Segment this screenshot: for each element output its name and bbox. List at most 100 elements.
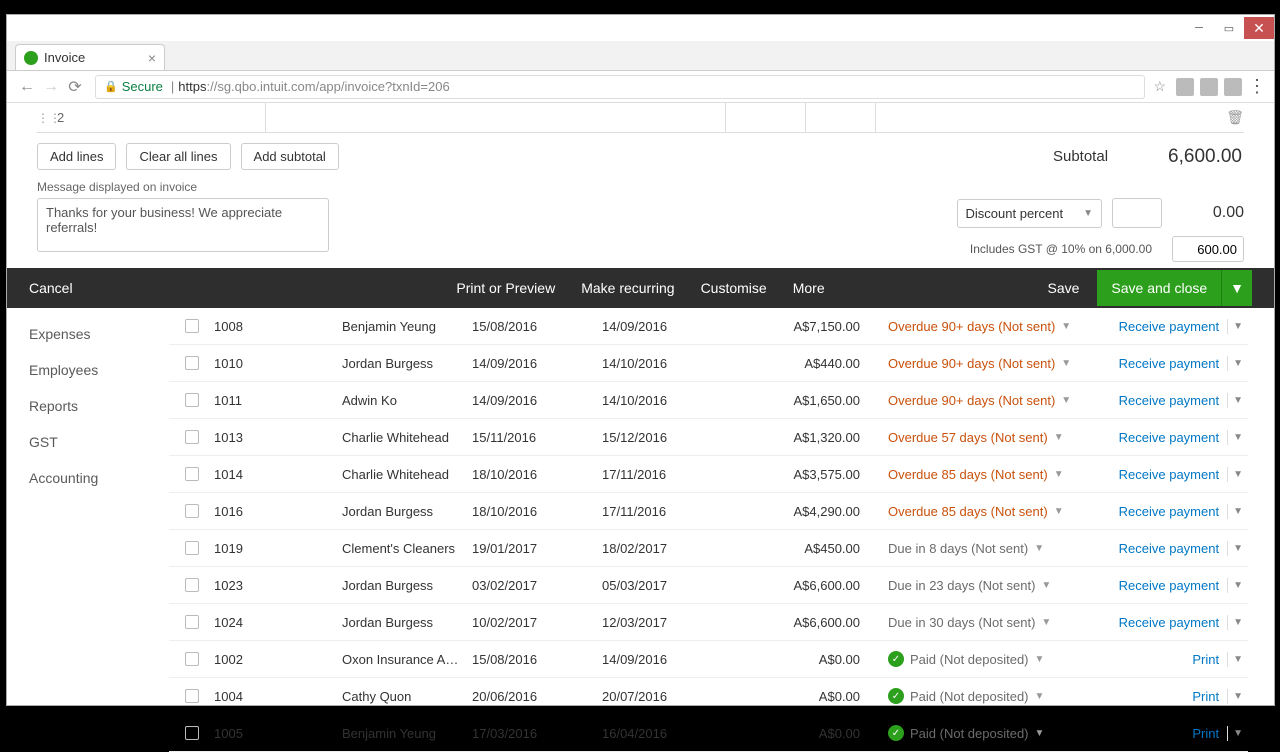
print-preview-button[interactable]: Print or Preview bbox=[456, 280, 555, 296]
chevron-down-icon[interactable]: ▼ bbox=[1035, 654, 1045, 665]
action-dropdown-icon[interactable]: ▼ bbox=[1227, 504, 1248, 519]
titlebar: ─ ▭ ✕ bbox=[7, 15, 1274, 41]
forward-button[interactable]: → bbox=[39, 75, 63, 99]
receive-payment-link[interactable]: Receive payment bbox=[1119, 615, 1219, 630]
sidebar-item-expenses[interactable]: Expenses bbox=[7, 316, 169, 352]
row-checkbox[interactable] bbox=[185, 689, 199, 703]
tab-close-icon[interactable]: × bbox=[148, 50, 156, 66]
secure-label: Secure bbox=[122, 79, 163, 94]
line-cell[interactable] bbox=[266, 103, 726, 133]
receive-payment-link[interactable]: Receive payment bbox=[1119, 393, 1219, 408]
print-link[interactable]: Print bbox=[1192, 726, 1219, 741]
discount-percent-input[interactable] bbox=[1112, 198, 1162, 228]
discount-amount: 0.00 bbox=[1172, 204, 1244, 222]
chevron-down-icon[interactable]: ▼ bbox=[1035, 728, 1045, 739]
action-dropdown-icon[interactable]: ▼ bbox=[1227, 319, 1248, 334]
action-dropdown-icon[interactable]: ▼ bbox=[1227, 467, 1248, 482]
bookmark-star-icon[interactable]: ☆ bbox=[1153, 78, 1166, 95]
extension-icon[interactable] bbox=[1224, 78, 1242, 96]
chevron-down-icon[interactable]: ▼ bbox=[1054, 469, 1064, 480]
action-dropdown-icon[interactable]: ▼ bbox=[1227, 689, 1248, 704]
row-checkbox[interactable] bbox=[185, 504, 199, 518]
save-dropdown-icon[interactable]: ▼ bbox=[1221, 270, 1252, 306]
chevron-down-icon[interactable]: ▼ bbox=[1061, 321, 1071, 332]
action-dropdown-icon[interactable]: ▼ bbox=[1227, 652, 1248, 667]
chevron-down-icon[interactable]: ▼ bbox=[1061, 358, 1071, 369]
print-link[interactable]: Print bbox=[1192, 652, 1219, 667]
receive-payment-link[interactable]: Receive payment bbox=[1119, 541, 1219, 556]
print-link[interactable]: Print bbox=[1192, 689, 1219, 704]
discount-type-select[interactable]: Discount percent ▼ bbox=[957, 199, 1102, 228]
row-checkbox[interactable] bbox=[185, 393, 199, 407]
receive-payment-link[interactable]: Receive payment bbox=[1119, 467, 1219, 482]
table-row: 1023Jordan Burgess03/02/201705/03/2017A$… bbox=[169, 567, 1248, 604]
invoice-number: 1013 bbox=[214, 430, 342, 445]
row-checkbox[interactable] bbox=[185, 467, 199, 481]
chevron-down-icon[interactable]: ▼ bbox=[1041, 617, 1051, 628]
invoice-number: 1004 bbox=[214, 689, 342, 704]
action-dropdown-icon[interactable]: ▼ bbox=[1227, 356, 1248, 371]
chevron-down-icon[interactable]: ▼ bbox=[1034, 543, 1044, 554]
action-dropdown-icon[interactable]: ▼ bbox=[1227, 393, 1248, 408]
window-close-button[interactable]: ✕ bbox=[1244, 17, 1274, 39]
amount: A$3,575.00 bbox=[732, 467, 888, 482]
drag-handle-icon[interactable]: ⋮⋮ bbox=[37, 111, 57, 125]
action-dropdown-icon[interactable]: ▼ bbox=[1227, 541, 1248, 556]
chevron-down-icon[interactable]: ▼ bbox=[1061, 395, 1071, 406]
receive-payment-link[interactable]: Receive payment bbox=[1119, 356, 1219, 371]
window-minimize-button[interactable]: ─ bbox=[1184, 17, 1214, 39]
sidebar-item-employees[interactable]: Employees bbox=[7, 352, 169, 388]
sidebar-item-accounting[interactable]: Accounting bbox=[7, 460, 169, 496]
row-checkbox[interactable] bbox=[185, 578, 199, 592]
row-checkbox[interactable] bbox=[185, 356, 199, 370]
receive-payment-link[interactable]: Receive payment bbox=[1119, 319, 1219, 334]
action-dropdown-icon[interactable]: ▼ bbox=[1227, 578, 1248, 593]
chevron-down-icon[interactable]: ▼ bbox=[1041, 580, 1051, 591]
extension-icon[interactable] bbox=[1200, 78, 1218, 96]
sidebar-item-gst[interactable]: GST bbox=[7, 424, 169, 460]
row-checkbox[interactable] bbox=[185, 430, 199, 444]
action-dropdown-icon[interactable]: ▼ bbox=[1227, 615, 1248, 630]
line-cell[interactable] bbox=[806, 103, 876, 133]
chevron-down-icon[interactable]: ▼ bbox=[1054, 506, 1064, 517]
line-cell[interactable] bbox=[111, 103, 266, 133]
chevron-down-icon[interactable]: ▼ bbox=[1035, 691, 1045, 702]
delete-line-icon[interactable]: 🗑 bbox=[1224, 109, 1244, 126]
cancel-button[interactable]: Cancel bbox=[29, 280, 73, 296]
line-cell[interactable] bbox=[726, 103, 806, 133]
browser-tab[interactable]: Invoice × bbox=[15, 44, 165, 70]
add-lines-button[interactable]: Add lines bbox=[37, 143, 116, 170]
action-dropdown-icon[interactable]: ▼ bbox=[1227, 430, 1248, 445]
status: Overdue 90+ days (Not sent)▼ bbox=[888, 319, 1098, 334]
extension-icon[interactable] bbox=[1176, 78, 1194, 96]
save-and-close-button[interactable]: Save and close bbox=[1097, 270, 1221, 306]
add-subtotal-button[interactable]: Add subtotal bbox=[241, 143, 339, 170]
receive-payment-link[interactable]: Receive payment bbox=[1119, 578, 1219, 593]
due-date: 20/07/2016 bbox=[602, 689, 732, 704]
sidebar-item-reports[interactable]: Reports bbox=[7, 388, 169, 424]
row-checkbox[interactable] bbox=[185, 541, 199, 555]
row-checkbox[interactable] bbox=[185, 319, 199, 333]
url-input[interactable]: 🔒 Secure | https://sg.qbo.intuit.com/app… bbox=[95, 75, 1145, 99]
customise-button[interactable]: Customise bbox=[701, 280, 767, 296]
action-dropdown-icon[interactable]: ▼ bbox=[1227, 726, 1248, 741]
message-textarea[interactable]: Thanks for your business! We appreciate … bbox=[37, 198, 329, 252]
chevron-down-icon[interactable]: ▼ bbox=[1054, 432, 1064, 443]
row-checkbox[interactable] bbox=[185, 726, 199, 740]
row-checkbox[interactable] bbox=[185, 615, 199, 629]
more-button[interactable]: More bbox=[793, 280, 825, 296]
table-row: 1002Oxon Insurance Age...15/08/201614/09… bbox=[169, 641, 1248, 678]
save-button[interactable]: Save bbox=[1029, 270, 1097, 306]
window-maximize-button[interactable]: ▭ bbox=[1214, 17, 1244, 39]
reload-button[interactable]: ⟳ bbox=[63, 75, 87, 99]
back-button[interactable]: ← bbox=[15, 75, 39, 99]
clear-lines-button[interactable]: Clear all lines bbox=[126, 143, 230, 170]
row-checkbox[interactable] bbox=[185, 652, 199, 666]
make-recurring-button[interactable]: Make recurring bbox=[581, 280, 674, 296]
gst-amount-input[interactable] bbox=[1172, 236, 1244, 262]
receive-payment-link[interactable]: Receive payment bbox=[1119, 430, 1219, 445]
customer-name: Adwin Ko bbox=[342, 393, 472, 408]
receive-payment-link[interactable]: Receive payment bbox=[1119, 504, 1219, 519]
browser-menu-icon[interactable]: ⋮ bbox=[1248, 76, 1266, 97]
line-cell[interactable] bbox=[876, 103, 1224, 133]
